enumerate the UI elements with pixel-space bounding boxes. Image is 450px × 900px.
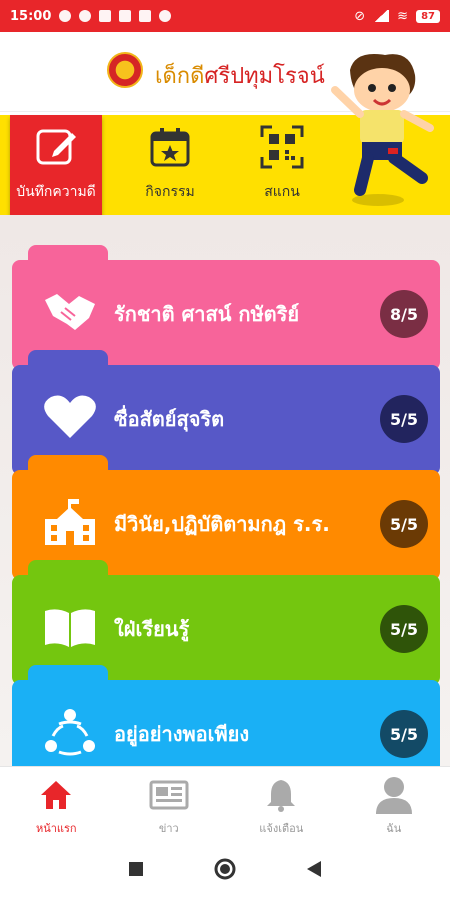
category-label: ซื่อสัตย์สุจริต xyxy=(114,407,225,431)
category-list[interactable]: รักชาติ ศาสน์ กษัตริย์ 8/5 ซื่อสัตย์สุจร… xyxy=(0,215,450,767)
menu-scan[interactable]: สแกน xyxy=(232,115,332,215)
notification-icons xyxy=(59,10,172,22)
nav-label: ข่าว xyxy=(158,822,179,835)
app-title: เด็กดีศรีปทุมโรจน์ xyxy=(155,58,325,93)
handshake-icon xyxy=(42,286,98,338)
menu-label: บันทึกความดี xyxy=(16,184,96,200)
score-badge: 8/5 xyxy=(380,290,428,338)
menu-activities[interactable]: กิจกรรม xyxy=(120,115,220,215)
plane-icon xyxy=(99,10,112,22)
bell-icon xyxy=(261,775,301,815)
nav-label: หน้าแรก xyxy=(35,822,77,835)
signal-icon xyxy=(373,10,390,22)
score-badge: 5/5 xyxy=(380,605,428,653)
category-card-sufficiency[interactable]: อยู่อย่างพอเพียง 5/5 xyxy=(12,665,440,767)
home-button[interactable] xyxy=(214,858,236,880)
dot-icon xyxy=(159,10,172,22)
category-label: อยู่อย่างพอเพียง xyxy=(114,722,250,746)
wifi-icon: ≋ xyxy=(397,8,409,24)
nav-label: ฉัน xyxy=(386,822,402,835)
nav-news[interactable]: ข่าว xyxy=(113,767,226,838)
title-part1: เด็กดี xyxy=(155,64,205,89)
mute-icon: ⊘ xyxy=(354,8,366,24)
nav-profile[interactable]: ฉัน xyxy=(338,767,450,838)
mascot-icon xyxy=(331,54,434,206)
battery-icon: 87 xyxy=(416,9,440,23)
menu-label: กิจกรรม xyxy=(145,184,195,200)
system-nav-bar xyxy=(0,838,450,900)
status-bar: 15:00 ⊘ ≋ 87 xyxy=(0,0,450,32)
category-label: รักชาติ ศาสน์ กษัตริย์ xyxy=(114,302,300,326)
score-badge: 5/5 xyxy=(380,395,428,443)
recents-button[interactable] xyxy=(128,861,144,877)
nav-label: แจ้งเตือน xyxy=(259,822,304,835)
user-icon xyxy=(374,775,414,815)
back-button[interactable] xyxy=(306,860,322,878)
category-label: ใฝ่เรียนรู้ xyxy=(114,617,190,641)
people-cycle-icon xyxy=(42,706,98,758)
school-logo-icon xyxy=(107,52,143,88)
qr-scan-icon xyxy=(260,125,304,169)
nav-home[interactable]: หน้าแรก xyxy=(0,767,113,838)
nav-notifications[interactable]: แจ้งเตือน xyxy=(225,767,338,838)
grid-icon xyxy=(139,10,152,22)
school-icon xyxy=(42,496,98,548)
bottom-nav: หน้าแรก ข่าว แจ้งเตือน ฉัน xyxy=(0,766,450,838)
app-icon xyxy=(119,10,132,22)
menu-label: สแกน xyxy=(264,184,300,200)
home-icon xyxy=(36,775,76,815)
record-icon xyxy=(79,10,92,22)
score-badge: 5/5 xyxy=(380,500,428,548)
book-icon xyxy=(42,601,98,653)
news-icon xyxy=(149,775,189,815)
location-icon xyxy=(59,10,72,22)
calendar-star-icon xyxy=(148,125,192,169)
title-part2: ศรีปทุมโรจน์ xyxy=(204,64,325,89)
category-label: มีวินัย,ปฏิบัติตามกฎ ร.ร. xyxy=(114,512,330,536)
heart-icon xyxy=(42,391,98,443)
status-time: 15:00 xyxy=(10,8,52,24)
score-badge: 5/5 xyxy=(380,710,428,758)
edit-icon xyxy=(34,125,78,169)
